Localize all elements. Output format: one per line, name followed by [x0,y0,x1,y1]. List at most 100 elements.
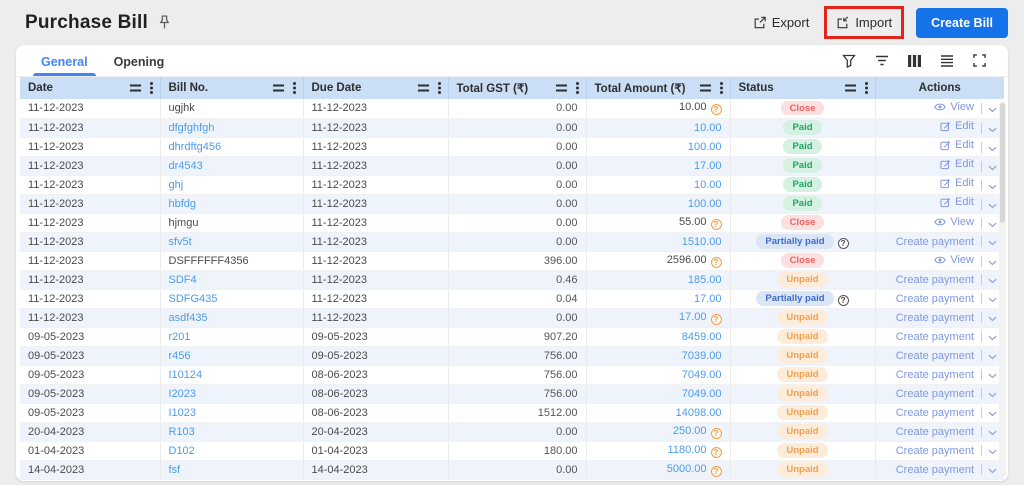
total-amount-link[interactable]: 10.00 [694,122,722,134]
total-amount-link[interactable]: 1510.00 [682,236,722,248]
bill-number-link[interactable]: I10124 [169,369,203,381]
total-amount-link[interactable]: 17.00 [694,293,722,305]
bill-number-link[interactable]: r456 [169,350,191,362]
bill-number-link[interactable]: dfgfghfgh [169,122,215,134]
export-button[interactable]: Export [744,9,819,36]
amount-info-icon[interactable]: ? [710,427,722,439]
create-payment-action-link[interactable]: Create payment [896,388,974,400]
action-dropdown-chevron[interactable] [988,127,997,133]
column-menu-icon[interactable] [719,86,723,90]
create-payment-action-link[interactable]: Create payment [896,407,974,419]
amount-info-icon[interactable]: ? [710,313,722,325]
action-dropdown-chevron[interactable] [988,354,997,360]
amount-info-icon[interactable]: ? [710,256,722,268]
view-action-link[interactable]: View [934,216,974,228]
action-dropdown-chevron[interactable] [988,411,997,417]
bill-number-link[interactable]: dr4543 [169,160,203,172]
fullscreen-icon[interactable] [973,54,986,67]
edit-action-link[interactable]: Edit [940,177,974,189]
column-filter-icon[interactable] [844,84,856,92]
amount-info-icon[interactable]: ? [710,465,722,477]
row-density-icon[interactable] [940,54,954,67]
column-menu-icon[interactable] [149,86,153,90]
column-filter-icon[interactable] [129,84,141,92]
bill-number-link[interactable]: I2023 [169,388,197,400]
total-amount-link[interactable]: 7049.00 [682,388,722,400]
column-filter-icon[interactable] [417,84,429,92]
create-payment-action-link[interactable]: Create payment [896,369,974,381]
column-menu-icon[interactable] [575,86,579,90]
bill-number-link[interactable]: SDFG435 [169,293,218,305]
column-filter-icon[interactable] [555,84,567,92]
total-amount-link[interactable]: 7039.00 [682,350,722,362]
column-menu-icon[interactable] [864,86,868,90]
total-amount-link[interactable]: 10.00 [694,179,722,191]
amount-info-icon[interactable]: ? [710,218,722,230]
action-dropdown-chevron[interactable] [988,107,997,113]
column-filter-icon[interactable] [699,84,711,92]
column-menu-icon[interactable] [437,86,441,90]
create-payment-action-link[interactable]: Create payment [896,274,974,286]
action-dropdown-chevron[interactable] [988,373,997,379]
create-bill-button[interactable]: Create Bill [916,7,1008,38]
pin-icon[interactable] [158,15,171,30]
create-payment-action-link[interactable]: Create payment [896,445,974,457]
create-payment-action-link[interactable]: Create payment [896,236,974,248]
create-payment-action-link[interactable]: Create payment [896,312,974,324]
action-dropdown-chevron[interactable] [988,335,997,341]
total-amount-link[interactable]: 250.00 [673,425,707,437]
action-dropdown-chevron[interactable] [988,184,997,190]
bill-number-link[interactable]: ghj [169,179,184,191]
column-menu-icon[interactable] [292,86,296,90]
create-payment-action-link[interactable]: Create payment [896,293,974,305]
action-dropdown-chevron[interactable] [988,316,997,322]
amount-info-icon[interactable]: ? [710,446,722,458]
action-dropdown-chevron[interactable] [988,240,997,246]
bill-number-link[interactable]: R103 [169,426,195,438]
column-filter-icon[interactable] [272,84,284,92]
status-help-icon[interactable]: ? [837,294,849,306]
columns-icon[interactable] [908,54,921,67]
action-dropdown-chevron[interactable] [988,260,997,266]
total-amount-link[interactable]: 5000.00 [667,463,707,475]
action-dropdown-chevron[interactable] [988,468,997,474]
action-dropdown-chevron[interactable] [988,278,997,284]
action-dropdown-chevron[interactable] [988,146,997,152]
vertical-scrollbar[interactable] [999,101,1006,477]
action-dropdown-chevron[interactable] [988,449,997,455]
create-payment-action-link[interactable]: Create payment [896,350,974,362]
bill-number-link[interactable]: fsf [169,464,181,476]
status-help-icon[interactable]: ? [837,237,849,249]
action-dropdown-chevron[interactable] [988,392,997,398]
filter-lines-icon[interactable] [875,55,889,66]
total-amount-link[interactable]: 17.00 [679,311,707,323]
scrollbar-thumb[interactable] [1000,103,1005,223]
total-amount-link[interactable]: 100.00 [688,141,722,153]
create-payment-action-link[interactable]: Create payment [896,331,974,343]
bill-number-link[interactable]: I1023 [169,407,197,419]
total-amount-link[interactable]: 8459.00 [682,331,722,343]
total-amount-link[interactable]: 185.00 [688,274,722,286]
bill-number-link[interactable]: dhrdftg456 [169,141,222,153]
total-amount-link[interactable]: 14098.00 [676,407,722,419]
bill-number-link[interactable]: SDF4 [169,274,197,286]
filter-funnel-icon[interactable] [842,54,856,68]
total-amount-link[interactable]: 7049.00 [682,369,722,381]
bill-number-link[interactable]: D102 [169,445,195,457]
bill-number-link[interactable]: r201 [169,331,191,343]
amount-info-icon[interactable]: ? [710,104,722,116]
action-dropdown-chevron[interactable] [988,165,997,171]
edit-action-link[interactable]: Edit [940,158,974,170]
tab-opening[interactable]: Opening [101,45,178,76]
total-amount-link[interactable]: 1180.00 [668,444,707,456]
edit-action-link[interactable]: Edit [940,139,974,151]
import-button[interactable]: Import [827,9,901,36]
total-amount-link[interactable]: 100.00 [688,198,722,210]
create-payment-action-link[interactable]: Create payment [896,464,974,476]
total-amount-link[interactable]: 17.00 [694,160,722,172]
action-dropdown-chevron[interactable] [988,297,997,303]
action-dropdown-chevron[interactable] [988,430,997,436]
create-payment-action-link[interactable]: Create payment [896,426,974,438]
view-action-link[interactable]: View [934,254,974,266]
tab-general[interactable]: General [28,45,101,76]
